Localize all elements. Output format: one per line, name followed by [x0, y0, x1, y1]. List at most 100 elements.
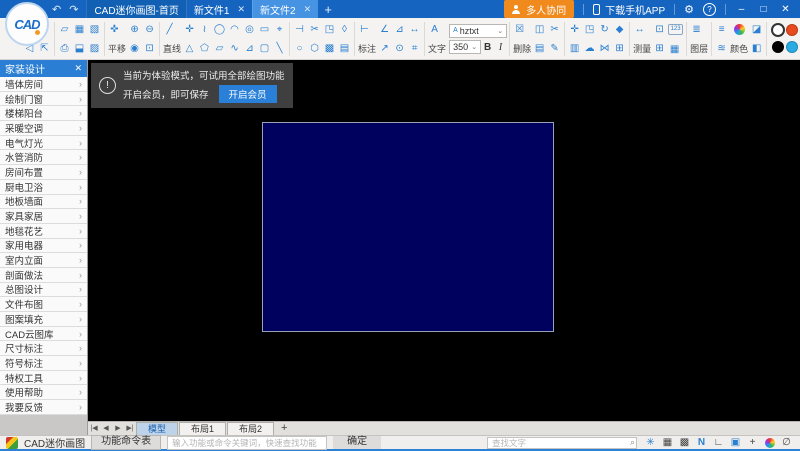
- ellipse-icon[interactable]: ◯: [212, 20, 227, 39]
- dimradius-icon[interactable]: ⊙: [392, 39, 407, 58]
- image-icon[interactable]: ▨: [87, 39, 102, 58]
- ortho-icon[interactable]: ∟: [711, 436, 726, 449]
- sidebar-item[interactable]: 楼梯阳台 ›: [0, 106, 87, 122]
- sidebar-item[interactable]: 地板墙面 ›: [0, 194, 87, 210]
- next-tab-button[interactable]: ▶: [112, 422, 124, 435]
- layout-tab[interactable]: 布局1: [179, 422, 227, 435]
- bucket-icon[interactable]: ◧: [749, 39, 764, 58]
- open-icon[interactable]: ▱: [57, 20, 72, 39]
- target-icon[interactable]: ⌖: [272, 20, 287, 39]
- dimh-icon[interactable]: ↔: [407, 20, 422, 39]
- drawn-rectangle[interactable]: [262, 122, 554, 332]
- linetype2-icon[interactable]: ≋: [714, 39, 729, 58]
- sidebar-item[interactable]: 家用电器 ›: [0, 238, 87, 254]
- color-swatch[interactable]: [771, 23, 786, 37]
- command-input[interactable]: [167, 435, 328, 450]
- mirror-icon[interactable]: ⋈: [597, 39, 612, 58]
- prev-tab-button[interactable]: ◀: [100, 422, 112, 435]
- cloud-icon[interactable]: ☁: [582, 39, 597, 58]
- spline-icon[interactable]: ∿: [227, 39, 242, 58]
- dimarea-icon[interactable]: ⌗: [407, 39, 422, 58]
- sidebar-item[interactable]: 地毯花艺 ›: [0, 223, 87, 239]
- offset-icon[interactable]: ⊣: [292, 20, 307, 39]
- titlebar-tab[interactable]: 新文件2 ✕: [252, 0, 319, 18]
- table-icon[interactable]: ▦: [667, 40, 682, 59]
- last-tab-button[interactable]: ▶|: [124, 422, 136, 435]
- tab-close-icon[interactable]: ✕: [304, 4, 312, 15]
- collaborate-button[interactable]: 多人协同: [504, 0, 575, 18]
- circle-icon[interactable]: ◎: [242, 20, 257, 39]
- zoomwin-icon[interactable]: ⊡: [142, 39, 157, 58]
- hatch-icon[interactable]: ▩: [322, 39, 337, 58]
- folder2-icon[interactable]: ▤: [337, 39, 352, 58]
- tab-close-icon[interactable]: ✕: [237, 4, 245, 15]
- point-icon[interactable]: ✛: [182, 20, 197, 39]
- pent-icon[interactable]: ⬠: [197, 39, 212, 58]
- font-size-select[interactable]: 350 ⌄: [449, 39, 482, 54]
- trap-icon[interactable]: ⊿: [242, 39, 257, 58]
- calcgrid-icon[interactable]: ⊞: [652, 39, 667, 58]
- poly1-icon[interactable]: ○: [292, 39, 307, 58]
- measlen-icon[interactable]: ↔: [632, 20, 647, 39]
- layers-icon[interactable]: ≣: [689, 20, 704, 39]
- saveas-icon[interactable]: ▧: [87, 20, 102, 39]
- linetype-icon[interactable]: ≡: [714, 20, 729, 39]
- rrect-icon[interactable]: ▢: [257, 39, 272, 58]
- grid-icon[interactable]: ▦: [660, 436, 675, 449]
- colorball-icon[interactable]: [762, 436, 777, 449]
- save-icon[interactable]: ▦: [72, 20, 87, 39]
- find-text-input[interactable]: [487, 436, 637, 449]
- sidebar-item[interactable]: 我要反馈 ›: [0, 400, 87, 415]
- trim-icon[interactable]: ✂: [307, 20, 322, 39]
- sidebar-item[interactable]: 水管消防 ›: [0, 150, 87, 166]
- layout-tab[interactable]: 布局2: [227, 422, 275, 435]
- move-icon[interactable]: ✛: [567, 20, 582, 39]
- color-swatch[interactable]: [786, 41, 799, 53]
- sidebar-item[interactable]: 采暖空调 ›: [0, 121, 87, 136]
- text-icon[interactable]: A: [427, 20, 442, 39]
- copy-icon[interactable]: ◫: [532, 20, 547, 39]
- sidebar-item[interactable]: 墙体房间 ›: [0, 77, 87, 92]
- sidebar-item[interactable]: 图案填充 ›: [0, 312, 87, 327]
- open-membership-button[interactable]: 开启会员: [218, 85, 277, 103]
- sidebar-item[interactable]: 符号标注 ›: [0, 356, 87, 371]
- pline-icon[interactable]: ≀: [197, 20, 212, 39]
- download-app-button[interactable]: 下载手机APP: [593, 2, 665, 17]
- region-icon[interactable]: ◳: [322, 20, 337, 39]
- search-icon[interactable]: ⌕: [630, 437, 635, 448]
- sidebar-item[interactable]: 特权工具 ›: [0, 370, 87, 386]
- clip-icon[interactable]: ▥: [567, 39, 582, 58]
- dimangle-icon[interactable]: ∠: [377, 20, 392, 39]
- blocks-icon[interactable]: ◆: [612, 20, 627, 39]
- color-swatch[interactable]: [772, 41, 785, 53]
- close-button[interactable]: ✕: [779, 4, 792, 15]
- pdf-icon[interactable]: ⬓: [72, 39, 87, 58]
- dimslope-icon[interactable]: ⊿: [392, 20, 407, 39]
- maximize-button[interactable]: □: [757, 4, 770, 15]
- screen-icon[interactable]: ▣: [728, 436, 743, 449]
- layout-tab[interactable]: 模型: [136, 422, 179, 435]
- sidebar-item[interactable]: 尺寸标注 ›: [0, 341, 87, 357]
- trash-icon[interactable]: ☒: [512, 20, 527, 39]
- sidebar-item[interactable]: CAD云图库 ›: [0, 326, 87, 342]
- help-icon[interactable]: ?: [703, 2, 716, 16]
- zoomout-icon[interactable]: ⊖: [142, 20, 157, 39]
- sidebar-item[interactable]: 室内立面 ›: [0, 253, 87, 268]
- minimize-button[interactable]: –: [735, 4, 748, 15]
- nav-n-icon[interactable]: N: [694, 436, 709, 449]
- para-icon[interactable]: ▱: [212, 39, 227, 58]
- shot-icon[interactable]: ⊡: [652, 20, 667, 39]
- bold-button[interactable]: B: [481, 40, 494, 55]
- sidebar-item[interactable]: 使用帮助 ›: [0, 385, 87, 401]
- rotate-icon[interactable]: ↻: [597, 20, 612, 39]
- sidebar-item[interactable]: 总图设计 ›: [0, 282, 87, 298]
- zoomext-icon[interactable]: ◉: [127, 39, 142, 58]
- color-swatch[interactable]: [786, 24, 799, 36]
- sidebar-item[interactable]: 文件布图 ›: [0, 297, 87, 312]
- first-tab-button[interactable]: |◀: [88, 422, 100, 435]
- italic-button[interactable]: I: [494, 40, 507, 55]
- print-icon[interactable]: ⎙: [57, 39, 72, 58]
- drawing-canvas[interactable]: ! 当前为体验模式，可试用全部绘图功能 开启会员，即可保存 开启会员: [88, 60, 800, 421]
- back-icon[interactable]: ↶: [52, 3, 61, 16]
- sidebar-item[interactable]: 电气灯光 ›: [0, 135, 87, 151]
